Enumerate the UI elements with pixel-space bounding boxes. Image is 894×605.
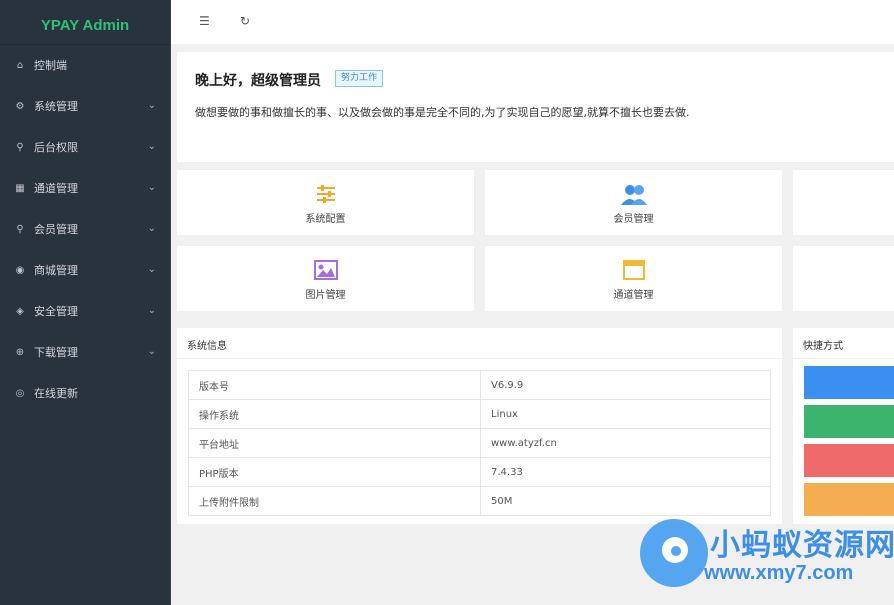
user-icon: ⚲ xyxy=(16,142,24,153)
sidebar-item-online-update[interactable]: ◎ 在线更新 xyxy=(0,382,170,406)
info-key: 平台地址 xyxy=(188,428,481,458)
welcome-panel: 晚上好，超级管理员 努力工作 做想要做的事和做擅长的事、以及做会做的事是完全不同… xyxy=(177,52,894,162)
card-label: 通道管理 xyxy=(613,290,654,301)
info-value: Linux xyxy=(480,399,771,429)
chevron-down-icon: ⌄ xyxy=(147,141,156,152)
chevron-down-icon: ⌄ xyxy=(147,100,156,111)
shortcut-card-partial[interactable] xyxy=(793,246,894,311)
table-row: 上传附件限制 50M xyxy=(188,486,771,516)
shortcut-card-system-config[interactable]: 系统配置 xyxy=(177,170,474,235)
sidebar-item-label: 安全管理 xyxy=(34,305,78,318)
greeting-title: 晚上好，超级管理员 xyxy=(195,72,321,88)
sidebar-item-label: 会员管理 xyxy=(34,223,78,236)
users-icon xyxy=(620,184,648,209)
chevron-down-icon: ⌄ xyxy=(147,264,156,275)
sidebar-item-label: 后台权限 xyxy=(34,141,78,154)
sliders-icon xyxy=(316,184,336,207)
channel-icon: ▦ xyxy=(15,183,25,194)
shortcut-card-images[interactable]: 图片管理 xyxy=(177,246,474,311)
sidebar-item-system[interactable]: ⚙ 系统管理 ⌄ xyxy=(0,95,170,119)
info-value: 50M xyxy=(480,486,771,516)
shortcut-card-partial[interactable] xyxy=(793,170,894,235)
info-key: 上传附件限制 xyxy=(188,486,481,516)
chevron-down-icon: ⌄ xyxy=(147,182,156,193)
welcome-motto: 做想要做的事和做擅长的事、以及做会做的事是完全不同的,为了实现自己的愿望,就算不… xyxy=(195,106,690,119)
system-info-panel: 系统信息 版本号 V6.9.9 操作系统 Linux 平台地址 www.atyz… xyxy=(177,328,782,524)
status-badge: 努力工作 xyxy=(335,70,384,87)
quick-link-button[interactable] xyxy=(804,405,894,438)
window-icon xyxy=(622,260,645,283)
sidebar-item-shop[interactable]: ◉ 商城管理 ⌄ xyxy=(0,259,170,283)
panel-title: 系统信息 xyxy=(187,341,227,352)
sidebar: YPAY Admin ⌂ 控制端 ⚙ 系统管理 ⌄ ⚲ 后台权限 ⌄ ▦ 通道管… xyxy=(0,0,171,605)
quick-access-panel: 快捷方式 xyxy=(793,328,894,524)
quick-link-button[interactable] xyxy=(804,366,894,399)
info-key: 操作系统 xyxy=(188,399,481,429)
watermark-url: www.xmy7.com xyxy=(704,562,854,584)
card-label: 会员管理 xyxy=(613,214,654,225)
sidebar-item-downloads[interactable]: ⊕ 下载管理 ⌄ xyxy=(0,341,170,365)
info-value: 7.4.33 xyxy=(480,457,771,487)
shield-check-icon: ◎ xyxy=(15,388,25,399)
divider xyxy=(793,358,894,359)
watermark-logo xyxy=(640,519,708,587)
sidebar-item-security[interactable]: ◈ 安全管理 ⌄ xyxy=(0,300,170,324)
shortcut-card-members[interactable]: 会员管理 xyxy=(485,170,782,235)
chevron-down-icon: ⌄ xyxy=(147,305,156,316)
shortcut-card-channels[interactable]: 通道管理 xyxy=(485,246,782,311)
refresh-icon[interactable]: ↻ xyxy=(240,14,250,28)
shop-icon: ◉ xyxy=(15,265,25,276)
info-value: V6.9.9 xyxy=(480,370,771,400)
info-key: PHP版本 xyxy=(188,457,481,487)
watermark-title: 小蚂蚁资源网 xyxy=(710,528,894,563)
sidebar-item-channels[interactable]: ▦ 通道管理 ⌄ xyxy=(0,177,170,201)
quick-link-button[interactable] xyxy=(804,444,894,477)
watermark-logo-eye xyxy=(662,537,688,563)
table-row: 操作系统 Linux xyxy=(188,399,771,429)
gear-icon: ⚙ xyxy=(15,101,25,112)
user-icon: ⚲ xyxy=(16,224,24,235)
menu-fold-icon[interactable]: ☰ xyxy=(199,14,210,28)
download-icon: ⊕ xyxy=(15,347,25,358)
table-row: PHP版本 7.4.33 xyxy=(188,457,771,487)
image-icon xyxy=(313,260,338,283)
app-logo[interactable]: YPAY Admin xyxy=(0,0,170,45)
info-key: 版本号 xyxy=(188,370,481,400)
sidebar-item-admin-permissions[interactable]: ⚲ 后台权限 ⌄ xyxy=(0,136,170,160)
chevron-down-icon: ⌄ xyxy=(147,223,156,234)
table-row: 版本号 V6.9.9 xyxy=(188,370,771,400)
sidebar-item-label: 在线更新 xyxy=(34,387,78,400)
system-info-table: 版本号 V6.9.9 操作系统 Linux 平台地址 www.atyzf.cn … xyxy=(188,370,771,516)
chevron-down-icon: ⌄ xyxy=(147,346,156,357)
diamond-icon: ◈ xyxy=(16,306,24,317)
divider xyxy=(177,358,782,359)
table-row: 平台地址 www.atyzf.cn xyxy=(188,428,771,458)
top-bar: ☰ ↻ xyxy=(171,0,894,44)
sidebar-item-label: 系统管理 xyxy=(34,100,78,113)
sidebar-item-label: 控制端 xyxy=(34,59,67,72)
sidebar-item-label: 商城管理 xyxy=(34,264,78,277)
sidebar-item-members[interactable]: ⚲ 会员管理 ⌄ xyxy=(0,218,170,242)
sidebar-item-dashboard[interactable]: ⌂ 控制端 xyxy=(0,54,170,78)
quick-link-button[interactable] xyxy=(804,483,894,516)
sidebar-item-label: 通道管理 xyxy=(34,182,78,195)
info-value: www.atyzf.cn xyxy=(480,428,771,458)
sidebar-item-label: 下载管理 xyxy=(34,346,78,359)
watermark: 小蚂蚁资源网 www.xmy7.com xyxy=(640,518,894,605)
card-label: 系统配置 xyxy=(305,214,346,225)
home-icon: ⌂ xyxy=(16,60,24,71)
panel-title: 快捷方式 xyxy=(803,341,843,352)
card-label: 图片管理 xyxy=(305,290,346,301)
